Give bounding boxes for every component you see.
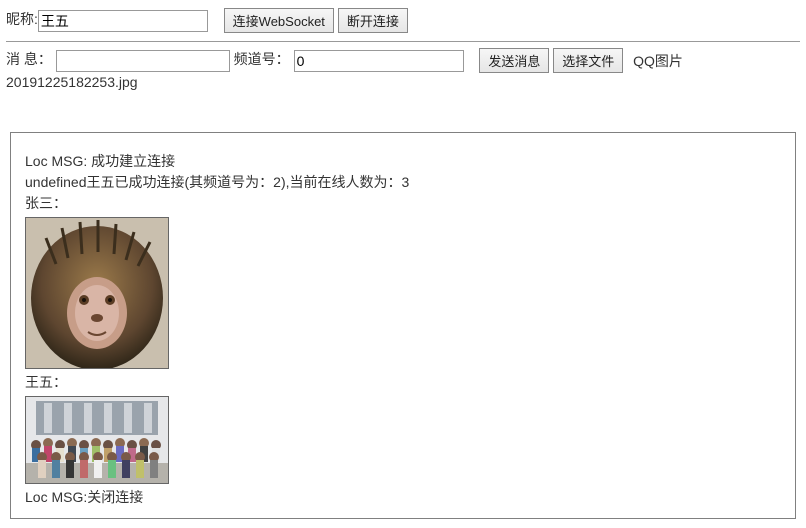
nickname-input[interactable]	[38, 10, 208, 32]
message-row: 消 息： 频道号： 发送消息 选择文件 QQ图片20191225182253.j…	[6, 42, 800, 98]
disconnect-button[interactable]: 断开连接	[338, 8, 408, 33]
connect-button[interactable]: 连接WebSocket	[224, 8, 334, 33]
message-label: 消 息：	[6, 51, 52, 67]
message-log: Loc MSG: 成功建立连接 undefined王五已成功连接(其频道号为：2…	[10, 132, 796, 519]
nickname-label: 昵称:	[6, 11, 38, 27]
log-line: undefined王五已成功连接(其频道号为：2),当前在线人数为：3	[25, 172, 781, 193]
log-user: 张三：	[25, 193, 781, 214]
image-thumbnail	[25, 396, 169, 484]
image-thumbnail	[25, 217, 169, 369]
send-button[interactable]: 发送消息	[479, 48, 549, 73]
log-user: 王五：	[25, 372, 781, 393]
log-line: Loc MSG: 成功建立连接	[25, 151, 781, 172]
message-input[interactable]	[56, 50, 230, 72]
channel-label: 频道号：	[234, 51, 290, 67]
nickname-row: 昵称: 连接WebSocket 断开连接	[6, 6, 800, 39]
log-line: Loc MSG:关闭连接	[25, 487, 781, 508]
choose-file-button[interactable]: 选择文件	[553, 48, 623, 73]
channel-input[interactable]	[294, 50, 464, 72]
